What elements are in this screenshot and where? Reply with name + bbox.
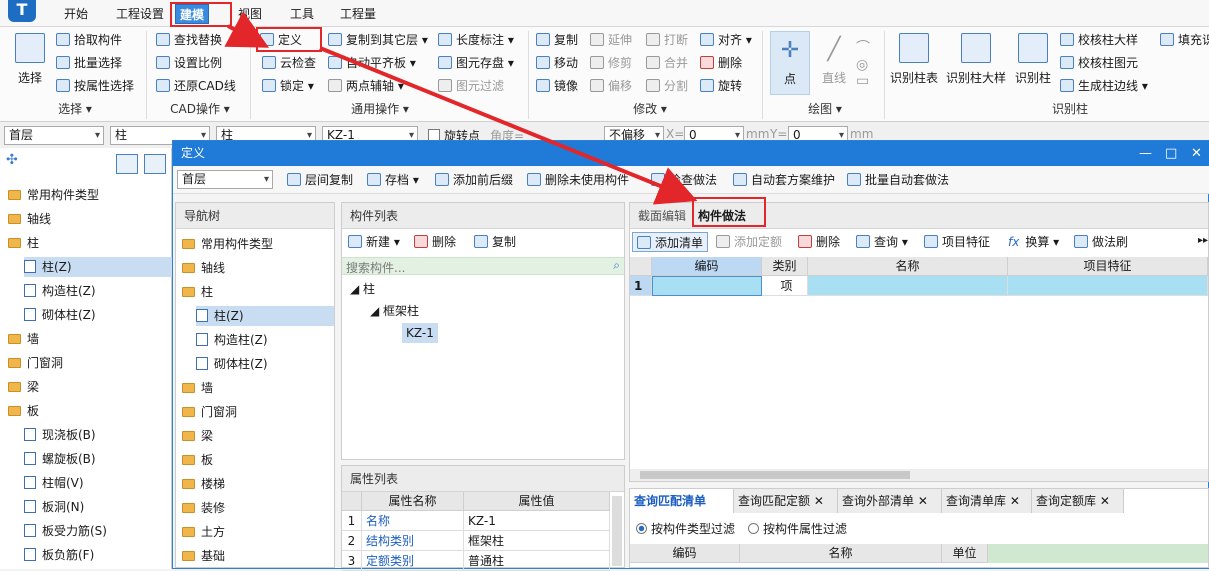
annotation-arrow	[224, 11, 698, 205]
